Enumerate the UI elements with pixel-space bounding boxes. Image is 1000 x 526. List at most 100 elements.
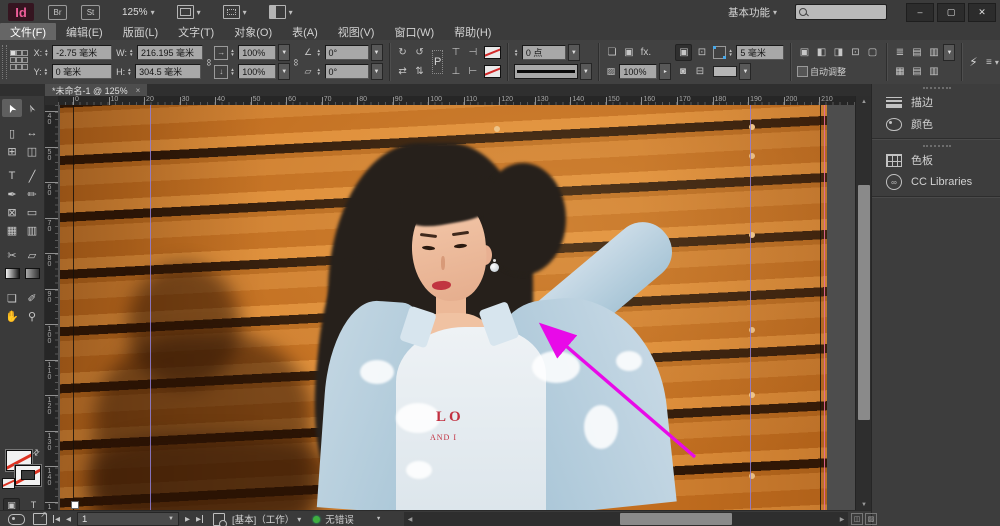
horizontal-scroll-thumb[interactable]: [620, 513, 732, 525]
drop-shadow-button[interactable]: ▣: [621, 45, 636, 60]
scale-x-input[interactable]: 100%: [238, 45, 276, 60]
flip-vertical-button[interactable]: ⇅: [412, 64, 427, 79]
first-page-button[interactable]: ◀: [53, 515, 60, 523]
last-page-button[interactable]: ▶: [196, 515, 203, 523]
opacity-input[interactable]: 100%: [619, 64, 657, 79]
stroke-weight-stepper[interactable]: [514, 49, 520, 57]
preflight-menu-caret-icon[interactable]: ▼: [376, 516, 381, 522]
panel-swatches[interactable]: 色板: [872, 149, 1000, 171]
text-wrap-bounding-button[interactable]: ▤: [909, 45, 924, 60]
maximize-button[interactable]: ▢: [937, 3, 965, 22]
text-wrap-none-button[interactable]: ≣: [892, 45, 907, 60]
rectangle-tool[interactable]: ▭: [22, 203, 42, 221]
preflight-profile-dropdown[interactable]: [基本]（工作）: [232, 512, 301, 526]
vertical-scroll-thumb[interactable]: [858, 185, 870, 420]
vertical-scrollbar[interactable]: ▲ ▼: [855, 96, 872, 510]
direct-selection-tool[interactable]: ➢: [22, 99, 42, 117]
rectangle-frame-tool[interactable]: ⊠: [2, 203, 22, 221]
close-button[interactable]: ✕: [968, 3, 996, 22]
search-box[interactable]: [795, 4, 887, 20]
pen-tool[interactable]: ✒: [2, 185, 22, 203]
corner-size-input[interactable]: 5 毫米: [736, 45, 784, 60]
zoom-level-dropdown[interactable]: 125%: [122, 7, 155, 18]
margin-guide-right[interactable]: [750, 105, 751, 510]
doc-status-icon[interactable]: [8, 514, 25, 525]
effects-button[interactable]: fx.: [638, 45, 653, 60]
stock-button[interactable]: St: [81, 5, 100, 20]
vertical-ruler[interactable]: 405060708090100110120130140150: [44, 105, 59, 510]
wrap-none-button[interactable]: ▣: [675, 44, 692, 61]
stroke-weight-dropdown[interactable]: ▼: [568, 44, 580, 61]
document-tab[interactable]: *未命名-1 @ 125% ×: [45, 84, 147, 96]
view-options-dropdown[interactable]: [177, 5, 201, 19]
dock-group-grip[interactable]: [872, 142, 1000, 149]
placed-photo[interactable]: LO AND I: [60, 105, 827, 510]
panel-color[interactable]: 颜色: [872, 113, 1000, 135]
constrain-scale-icon[interactable]: ∞: [290, 58, 301, 65]
corner-options-icon[interactable]: ❏: [604, 45, 619, 60]
share-icon[interactable]: [33, 513, 47, 525]
menu-edit[interactable]: 编辑(E): [56, 23, 113, 41]
h-stepper[interactable]: [127, 68, 133, 76]
fill-none-swatch[interactable]: [484, 46, 501, 59]
fit-content-proportionally-button[interactable]: ◧: [814, 45, 829, 60]
swap-fill-stroke-icon[interactable]: ⇄: [31, 447, 42, 458]
align-top-button[interactable]: ⊤: [448, 45, 463, 60]
shear-input[interactable]: 0°: [325, 64, 369, 79]
reference-point-proxy[interactable]: [10, 50, 28, 74]
wrap-shape-button[interactable]: ⊡: [694, 45, 709, 60]
gradient-swatch-tool[interactable]: [2, 264, 22, 282]
bridge-button[interactable]: Br: [48, 5, 67, 20]
text-wrap-dropdown[interactable]: ▼: [943, 44, 955, 61]
next-page-button[interactable]: ▶: [185, 515, 190, 523]
stroke-style-dropdown[interactable]: ▼: [580, 63, 592, 80]
menu-layout[interactable]: 版面(L): [113, 23, 168, 41]
shear-stepper[interactable]: [317, 68, 323, 76]
w-input[interactable]: 216.195 毫米: [137, 45, 203, 60]
content-collector-tool[interactable]: ⊞: [2, 142, 22, 160]
menu-view[interactable]: 视图(V): [328, 23, 385, 41]
x-stepper[interactable]: [44, 49, 50, 57]
anchor-custom-button[interactable]: ▥: [926, 64, 941, 79]
fill-frame-proportionally-button[interactable]: ▣: [797, 45, 812, 60]
scale-y-stepper[interactable]: [230, 68, 236, 76]
scale-y-input[interactable]: 100%: [238, 64, 276, 79]
w-stepper[interactable]: [129, 49, 135, 57]
tab-close-icon[interactable]: ×: [136, 86, 141, 95]
stroke-style-preview[interactable]: [514, 64, 578, 79]
menu-type[interactable]: 文字(T): [168, 23, 224, 41]
opacity-dropdown[interactable]: ▸: [659, 63, 671, 80]
rotate-90-ccw-button[interactable]: ↺: [412, 45, 427, 60]
mask-button[interactable]: ◙: [675, 64, 690, 79]
menu-file[interactable]: 文件(F): [0, 23, 56, 41]
scroll-right-icon[interactable]: ▶: [836, 516, 848, 523]
corner-shape-dropdown[interactable]: ▼: [739, 63, 751, 80]
note-tool[interactable]: ❏: [2, 289, 22, 307]
y-input[interactable]: 0 毫米: [52, 64, 112, 79]
rotation-stepper[interactable]: [317, 49, 323, 57]
anchor-inline-button[interactable]: ▤: [909, 64, 924, 79]
select-container-button[interactable]: P: [432, 50, 443, 74]
scissors-tool[interactable]: ✂: [2, 246, 22, 264]
corner-shape-swatch[interactable]: [713, 66, 737, 77]
menu-object[interactable]: 对象(O): [224, 23, 282, 41]
line-tool[interactable]: ╱: [22, 167, 42, 185]
arrange-documents-dropdown[interactable]: [269, 5, 293, 19]
workspace-switcher[interactable]: 基本功能: [728, 5, 777, 20]
page-number-dropdown[interactable]: 1 ▼: [77, 512, 179, 526]
constrain-dimensions-icon[interactable]: ∞: [203, 58, 214, 65]
scale-y-dropdown[interactable]: ▼: [278, 63, 290, 80]
anchor-object-button[interactable]: ▦: [892, 64, 907, 79]
selection-handle[interactable]: [71, 501, 79, 509]
center-content-button[interactable]: ▢: [865, 45, 880, 60]
quick-apply-button[interactable]: ⚡: [966, 55, 981, 70]
gradient-feather-tool[interactable]: [22, 264, 42, 282]
resize-grip-icon[interactable]: ▨: [865, 513, 877, 525]
search-input[interactable]: [807, 6, 871, 18]
scale-x-dropdown[interactable]: ▼: [278, 44, 290, 61]
scroll-up-icon[interactable]: ▲: [856, 96, 872, 107]
fit-content-to-frame-button[interactable]: ◨: [831, 45, 846, 60]
scroll-left-icon[interactable]: ◀: [404, 516, 416, 523]
auto-fit-checkbox[interactable]: [797, 66, 808, 77]
type-tool[interactable]: T: [2, 167, 22, 185]
